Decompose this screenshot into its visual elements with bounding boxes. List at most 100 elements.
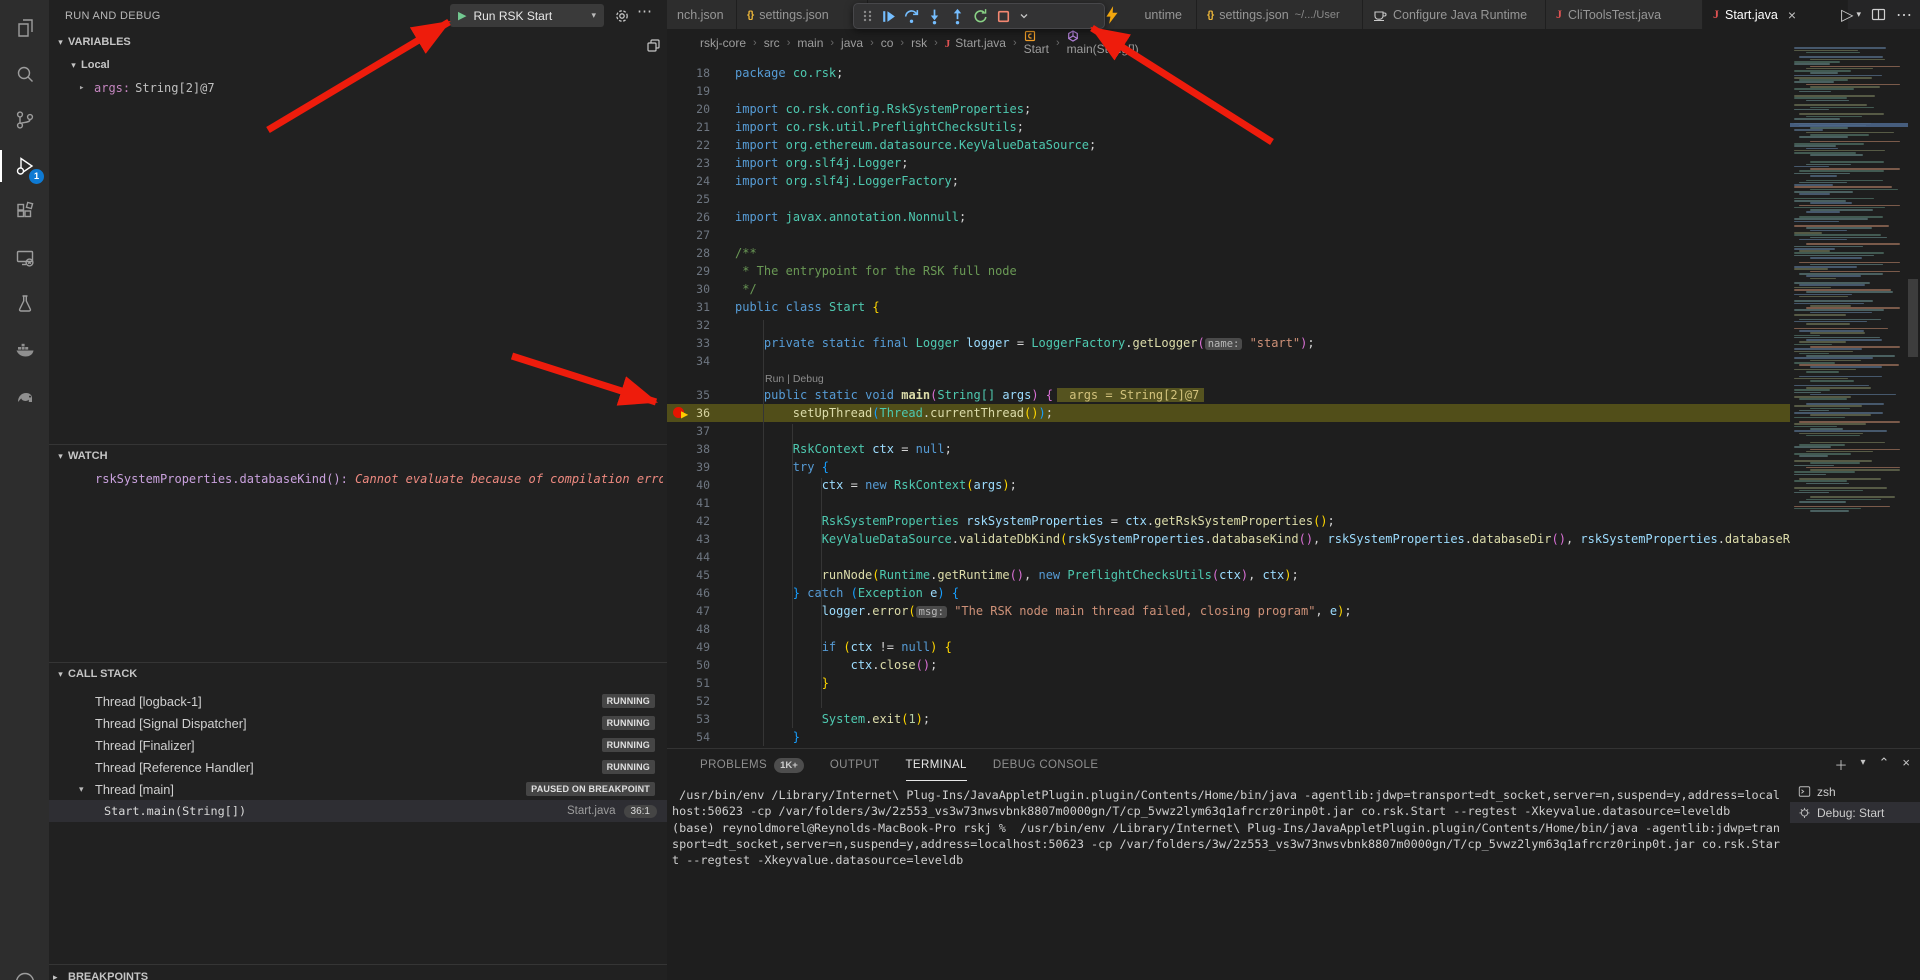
code-line[interactable]: 19 (667, 82, 1790, 100)
run-and-debug-icon[interactable]: 1 (0, 146, 49, 186)
codelens-run-debug[interactable]: Run | Debug (667, 370, 1790, 386)
tab-debug-console[interactable]: DEBUG CONSOLE (993, 749, 1099, 781)
code-line[interactable]: 40 ctx = new RskContext(args); (667, 476, 1790, 494)
breadcrumb-item[interactable]: co (881, 36, 894, 50)
call-stack-section-header[interactable]: ▾ CALL STACK (53, 668, 137, 680)
code-line[interactable]: 47 logger.error(msg: "The RSK node main … (667, 602, 1790, 620)
code-line[interactable]: 32 (667, 316, 1790, 334)
code-line[interactable]: 31public class Start { (667, 298, 1790, 316)
launch-config-dropdown[interactable]: ▶ Run RSK Start ▾ (450, 4, 604, 27)
code-line[interactable]: 41 (667, 494, 1790, 512)
call-stack-thread-row[interactable]: Thread [Signal Dispatcher] RUNNING (49, 712, 667, 734)
code-line[interactable]: 28/** (667, 244, 1790, 262)
more-actions-icon[interactable]: ⋯ (1896, 5, 1912, 25)
code-line[interactable]: 20import co.rsk.config.RskSystemProperti… (667, 100, 1790, 118)
watch-expression-row[interactable]: rskSystemProperties.databaseKind(): Cann… (95, 472, 663, 486)
tab-clitoolstest-java[interactable]: J CliToolsTest.java (1546, 0, 1703, 29)
tab-settings-json-user[interactable]: {} settings.json ~/.../User (1197, 0, 1363, 29)
variables-section-header[interactable]: ▾ VARIABLES (53, 36, 131, 48)
call-stack-thread-row[interactable]: ▾ Thread [main] PAUSED ON BREAKPOINT (49, 778, 667, 800)
code-line[interactable]: 51 } (667, 674, 1790, 692)
tab-configure-java-runtime[interactable]: Configure Java Runtime (1363, 0, 1546, 29)
tab-launch-json[interactable]: nch.json (667, 0, 737, 29)
code-line[interactable]: 22import org.ethereum.datasource.KeyValu… (667, 136, 1790, 154)
code-line[interactable]: 35 public static void main(String[] args… (667, 386, 1790, 404)
code-line[interactable]: 33 private static final Logger logger = … (667, 334, 1790, 352)
code-line[interactable]: ▶36 setUpThread(Thread.currentThread()); (667, 404, 1790, 422)
step-into-icon[interactable] (926, 8, 943, 25)
code-line[interactable]: 39 try { (667, 458, 1790, 476)
code-line[interactable]: 30 */ (667, 280, 1790, 298)
call-stack-frame-row[interactable]: Start.main(String[]) Start.java 36:1 (49, 800, 667, 822)
split-editor-icon[interactable] (1871, 7, 1886, 22)
extensions-icon[interactable] (0, 192, 49, 232)
breadcrumb-item[interactable]: main (797, 36, 823, 50)
tab-terminal[interactable]: TERMINAL (906, 749, 967, 781)
code-line[interactable]: 21import co.rsk.util.PreflightChecksUtil… (667, 118, 1790, 136)
continue-icon[interactable] (880, 8, 897, 25)
tab-output[interactable]: OUTPUT (830, 749, 880, 781)
code-line[interactable]: 52 (667, 692, 1790, 710)
chevron-down-icon[interactable]: ▾ (1860, 755, 1865, 774)
docker-icon[interactable] (0, 330, 49, 370)
code-line[interactable]: 50 ctx.close(); (667, 656, 1790, 674)
code-line[interactable]: 24import org.slf4j.LoggerFactory; (667, 172, 1790, 190)
breadcrumb-class[interactable]: Start (1024, 30, 1049, 56)
terminal-entry-debug-start[interactable]: Debug: Start (1790, 802, 1920, 823)
explorer-icon[interactable] (0, 8, 49, 48)
chevron-down-icon[interactable] (1018, 10, 1030, 22)
minimap[interactable] (1790, 30, 1908, 730)
code-line[interactable]: 44 (667, 548, 1790, 566)
breadcrumb-method[interactable]: main(String[]) (1067, 30, 1139, 56)
tab-problems[interactable]: PROBLEMS 1K+ (700, 749, 804, 781)
code-line[interactable]: 48 (667, 620, 1790, 638)
code-line[interactable]: 49 if (ctx != null) { (667, 638, 1790, 656)
code-line[interactable]: 42 RskSystemProperties rskSystemProperti… (667, 512, 1790, 530)
code-line[interactable]: 38 RskContext ctx = null; (667, 440, 1790, 458)
code-line[interactable]: 53 System.exit(1); (667, 710, 1790, 728)
code-line[interactable]: 25 (667, 190, 1790, 208)
gradle-icon[interactable] (0, 376, 49, 416)
close-icon[interactable]: × (1788, 7, 1796, 23)
call-stack-thread-row[interactable]: Thread [logback-1] RUNNING (49, 690, 667, 712)
watch-section-header[interactable]: ▾ WATCH (53, 450, 108, 462)
editor-scrollbar[interactable] (1908, 279, 1918, 357)
stop-icon[interactable] (995, 8, 1012, 25)
run-java-button[interactable]: ▷▾ (1841, 5, 1861, 25)
restart-icon[interactable] (972, 8, 989, 25)
new-terminal-icon[interactable]: ＋ (1834, 755, 1847, 774)
tab-start-java[interactable]: J Start.java × (1703, 0, 1848, 29)
code-line[interactable]: 23import org.slf4j.Logger; (667, 154, 1790, 172)
code-line[interactable]: 18package co.rsk; (667, 64, 1790, 82)
breadcrumb-item[interactable]: rsk (911, 36, 927, 50)
testing-icon[interactable] (0, 284, 49, 324)
code-line[interactable]: 54 } (667, 728, 1790, 746)
search-icon[interactable] (0, 54, 49, 94)
source-control-icon[interactable] (0, 100, 49, 140)
breakpoints-section-header[interactable]: ▸ BREAKPOINTS (53, 971, 148, 980)
breadcrumb-item[interactable]: rskj-core (700, 36, 746, 50)
breadcrumb-item[interactable]: src (764, 36, 780, 50)
close-panel-icon[interactable]: × (1902, 755, 1910, 774)
code-editor[interactable]: 18package co.rsk;1920import co.rsk.confi… (667, 56, 1790, 756)
variables-scope-local[interactable]: ▾ Local (66, 59, 110, 71)
maximize-panel-icon[interactable]: ⌃ (1879, 755, 1890, 774)
code-line[interactable]: 27 (667, 226, 1790, 244)
terminal-entry-zsh[interactable]: zsh (1790, 781, 1920, 802)
code-line[interactable]: 46 } catch (Exception e) { (667, 584, 1790, 602)
code-line[interactable]: 29 * The entrypoint for the RSK full nod… (667, 262, 1790, 280)
toolbar-drag-handle[interactable] (861, 8, 874, 24)
code-line[interactable]: 45 runNode(Runtime.getRuntime(), new Pre… (667, 566, 1790, 584)
step-over-icon[interactable] (903, 8, 920, 25)
code-line[interactable]: 43 KeyValueDataSource.validateDbKind(rsk… (667, 530, 1790, 548)
views-more-actions-icon[interactable]: ⋯ (637, 2, 652, 20)
variable-row-args[interactable]: ▸ args: String[2]@7 (79, 81, 215, 95)
breadcrumb-file[interactable]: JStart.java (945, 36, 1006, 50)
step-out-icon[interactable] (949, 8, 966, 25)
breadcrumb-item[interactable]: java (841, 36, 863, 50)
call-stack-thread-row[interactable]: Thread [Finalizer] RUNNING (49, 734, 667, 756)
hot-code-replace-lightning-icon[interactable] (1103, 5, 1121, 25)
terminal-output[interactable]: /usr/bin/env /Library/Internet\ Plug-Ins… (672, 787, 1788, 868)
remote-explorer-icon[interactable] (0, 238, 49, 278)
code-line[interactable]: 26import javax.annotation.Nonnull; (667, 208, 1790, 226)
